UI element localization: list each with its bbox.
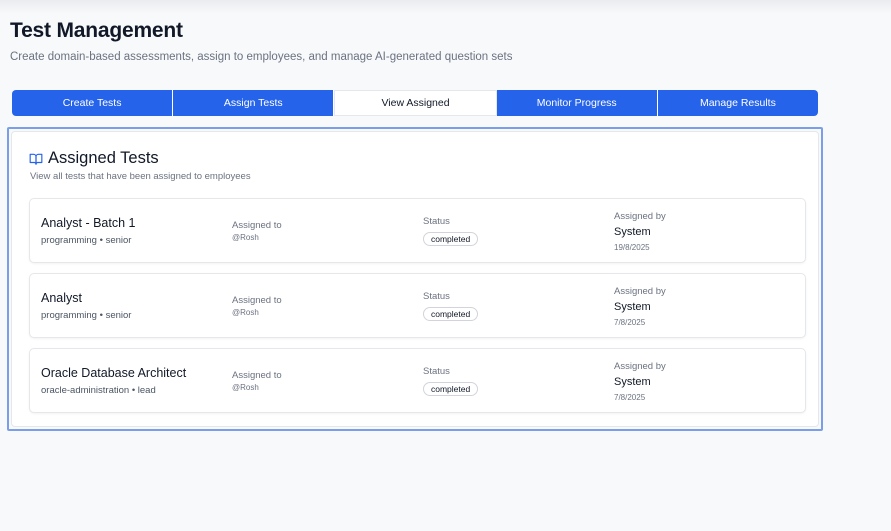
- page-subtitle: Create domain-based assessments, assign …: [10, 51, 513, 63]
- tab-create-tests[interactable]: Create Tests: [12, 90, 174, 116]
- assigned-date: 7/8/2025: [614, 318, 646, 327]
- assigner-name: System: [614, 301, 651, 313]
- assignee-handle: @Rosh: [232, 233, 259, 242]
- assigned-to-column: Assigned to @Rosh: [232, 274, 417, 337]
- tab-view-assigned[interactable]: View Assigned: [334, 90, 497, 116]
- assigned-to-column: Assigned to @Rosh: [232, 349, 417, 412]
- top-shadow: [0, 0, 891, 14]
- tab-monitor-progress[interactable]: Monitor Progress: [496, 90, 658, 116]
- tab-bar: Create Tests Assign Tests View Assigned …: [12, 90, 819, 116]
- assigned-by-label: Assigned by: [614, 361, 666, 372]
- assigned-by-column: Assigned by System 19/8/2025: [614, 199, 799, 262]
- status-badge: completed: [423, 382, 479, 396]
- assigned-tests-panel-focus: Assigned Tests View all tests that have …: [7, 127, 823, 431]
- assigner-name: System: [614, 226, 651, 238]
- card-header: Assigned Tests: [29, 149, 159, 168]
- assigned-to-label: Assigned to: [232, 370, 282, 381]
- assigned-to-label: Assigned to: [232, 295, 282, 306]
- assigned-date: 7/8/2025: [614, 393, 646, 402]
- assigned-by-label: Assigned by: [614, 211, 666, 222]
- assigned-tests-card: Assigned Tests View all tests that have …: [11, 131, 819, 427]
- status-label: Status: [423, 291, 450, 302]
- status-column: Status completed: [423, 349, 608, 412]
- assigned-to-column: Assigned to @Rosh: [232, 199, 417, 262]
- tab-manage-results[interactable]: Manage Results: [657, 90, 819, 116]
- assignee-handle: @Rosh: [232, 383, 259, 392]
- test-info: Analyst - Batch 1 programming • senior: [41, 199, 226, 262]
- test-domain-level: oracle-administration • lead: [41, 385, 156, 396]
- assignee-handle: @Rosh: [232, 308, 259, 317]
- test-info: Oracle Database Architect oracle-adminis…: [41, 349, 226, 412]
- page-title: Test Management: [10, 19, 183, 42]
- assigned-date: 19/8/2025: [614, 243, 650, 252]
- test-name: Analyst - Batch 1: [41, 216, 136, 230]
- assignment-row[interactable]: Analyst - Batch 1 programming • senior A…: [29, 198, 806, 263]
- assigned-by-column: Assigned by System 7/8/2025: [614, 349, 799, 412]
- status-badge: completed: [423, 307, 479, 321]
- status-label: Status: [423, 366, 450, 377]
- assignment-row[interactable]: Analyst programming • senior Assigned to…: [29, 273, 806, 338]
- card-description: View all tests that have been assigned t…: [30, 171, 251, 182]
- test-name: Oracle Database Architect: [41, 366, 187, 380]
- card-title: Assigned Tests: [48, 149, 159, 167]
- book-open-icon: [29, 153, 43, 165]
- status-label: Status: [423, 216, 450, 227]
- assigned-by-column: Assigned by System 7/8/2025: [614, 274, 799, 337]
- assigned-by-label: Assigned by: [614, 286, 666, 297]
- tab-assign-tests[interactable]: Assign Tests: [173, 90, 335, 116]
- assignment-row[interactable]: Oracle Database Architect oracle-adminis…: [29, 348, 806, 413]
- status-column: Status completed: [423, 199, 608, 262]
- test-info: Analyst programming • senior: [41, 274, 226, 337]
- test-domain-level: programming • senior: [41, 235, 132, 246]
- assigned-to-label: Assigned to: [232, 220, 282, 231]
- test-domain-level: programming • senior: [41, 310, 132, 321]
- assignment-list: Analyst - Batch 1 programming • senior A…: [29, 198, 806, 423]
- status-badge: completed: [423, 232, 479, 246]
- assigner-name: System: [614, 376, 651, 388]
- status-column: Status completed: [423, 274, 608, 337]
- test-name: Analyst: [41, 291, 82, 305]
